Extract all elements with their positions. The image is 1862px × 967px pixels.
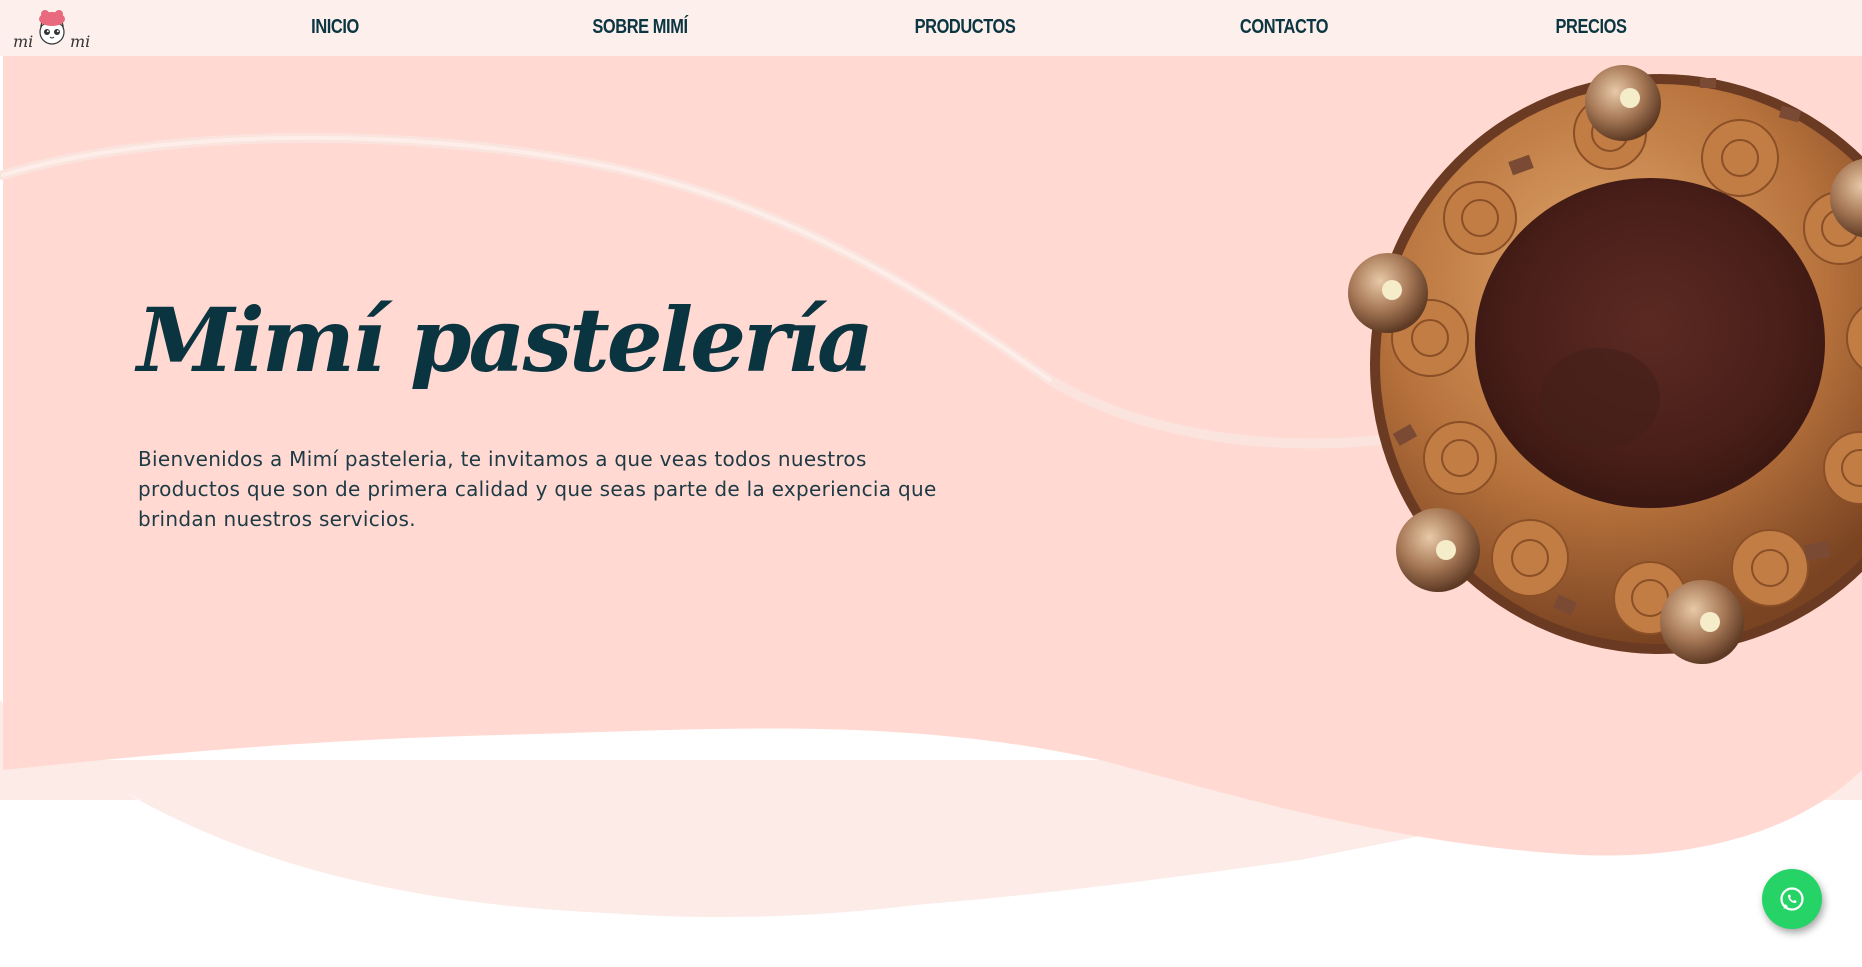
nav-item-precios[interactable]: PRECIOS — [1548, 10, 1635, 44]
cake-image — [1348, 65, 1862, 664]
hero-description: Bienvenidos a Mimí pasteleria, te invita… — [138, 447, 937, 531]
nav-item-productos[interactable]: PRODUCTOS — [904, 10, 1027, 44]
whatsapp-button[interactable] — [1762, 869, 1822, 929]
nav-item-contacto[interactable]: CONTACTO — [1230, 10, 1337, 44]
nav-item-sobre-mimi[interactable]: SOBRE MIMÍ — [582, 10, 698, 44]
mimi-logo[interactable]: mi mi — [12, 6, 92, 50]
svg-text:mi: mi — [13, 32, 33, 50]
whatsapp-icon — [1780, 887, 1804, 911]
hero-title: Mimí pastelería — [137, 288, 874, 392]
top-navbar: mi mi INICIO SOBRE MIMÍ PRODUCTOS CONTAC… — [0, 0, 1862, 56]
nav-item-inicio[interactable]: INICIO — [306, 10, 364, 44]
svg-text:mi: mi — [70, 32, 90, 50]
